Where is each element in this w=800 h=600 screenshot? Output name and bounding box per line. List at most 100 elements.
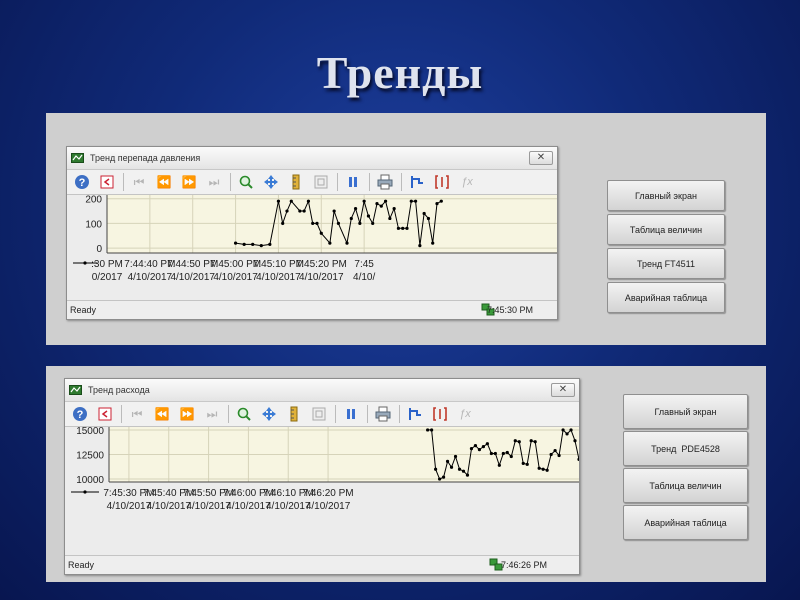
data-point — [545, 468, 549, 472]
last-button[interactable]: ⏭ — [201, 403, 223, 425]
toolbar-separator — [228, 405, 229, 423]
pens-button[interactable] — [404, 403, 426, 425]
data-point — [251, 242, 255, 246]
fast-forward-icon: ⏩ — [179, 407, 195, 421]
values-table-button[interactable]: Таблица величин — [607, 214, 725, 245]
cursor-button[interactable] — [429, 403, 451, 425]
data-point — [430, 428, 434, 432]
x-tick-date: 4/10/ — [353, 272, 375, 283]
alarm-table-button[interactable]: Аварийная таблица — [623, 505, 748, 540]
data-point — [336, 221, 341, 225]
scale-button[interactable] — [285, 171, 307, 193]
x-tick-date: 4/10/2017 — [306, 501, 351, 512]
pause-button[interactable] — [340, 403, 362, 425]
trend-toolbar: ? ⏮ ⏪ ⏩ ⏭ ƒx — [67, 170, 557, 195]
last-button[interactable]: ⏭ — [203, 171, 225, 193]
values-table-button[interactable]: Таблица величин — [623, 468, 748, 503]
y-tick-label: 100 — [85, 219, 102, 230]
fit-button[interactable] — [308, 403, 330, 425]
y-tick-label: 10000 — [76, 475, 104, 486]
zoom-icon — [237, 407, 251, 421]
data-point — [302, 209, 306, 213]
x-tick-label: 7:45 — [354, 259, 374, 270]
data-point — [565, 432, 569, 436]
data-point — [383, 199, 388, 203]
data-point — [497, 463, 501, 467]
data-point — [396, 226, 401, 230]
data-point — [392, 206, 396, 211]
close-button[interactable]: ✕ — [529, 151, 553, 165]
pens-button[interactable] — [406, 171, 428, 193]
cursor-brackets-icon — [433, 407, 447, 421]
data-point — [349, 216, 353, 221]
first-button[interactable]: ⏮ — [128, 171, 150, 193]
data-point — [426, 428, 430, 432]
help-button[interactable]: ? — [69, 403, 91, 425]
data-point — [517, 440, 521, 444]
function-button[interactable]: ƒx — [456, 171, 478, 193]
export-button[interactable] — [94, 403, 116, 425]
data-point — [426, 216, 431, 221]
data-point — [465, 473, 470, 477]
window-titlebar[interactable]: Тренд перепада давления ✕ — [67, 147, 557, 170]
forward-button[interactable]: ⏩ — [176, 403, 198, 425]
close-icon: ✕ — [558, 384, 568, 395]
pause-button[interactable] — [342, 171, 364, 193]
x-tick-label: 7:46:20 PM — [302, 488, 353, 499]
data-point — [422, 211, 426, 216]
print-button[interactable] — [374, 171, 396, 193]
data-point — [453, 454, 458, 459]
pen-select-icon — [411, 176, 423, 188]
data-point — [418, 243, 422, 248]
data-point — [501, 451, 505, 456]
export-icon — [98, 407, 112, 421]
cursor-button[interactable] — [431, 171, 453, 193]
data-point — [259, 243, 263, 248]
data-point — [439, 199, 443, 203]
print-button[interactable] — [372, 403, 394, 425]
function-button[interactable]: ƒx — [454, 403, 476, 425]
data-point — [379, 204, 383, 208]
window-titlebar[interactable]: Тренд расхода ✕ — [65, 379, 579, 402]
data-point — [358, 221, 362, 225]
pressure-trend-chart[interactable]: :30 PM 0/2017 7:44:40 PM 4/10/2017 7:44:50 P… — [67, 195, 557, 297]
data-point — [537, 466, 541, 470]
x-tick-date: 4/10/2017 — [128, 272, 173, 283]
data-point — [513, 439, 517, 443]
status-text: Ready — [70, 305, 97, 315]
printer-icon — [375, 406, 391, 422]
data-point — [362, 199, 366, 203]
zoom-button[interactable] — [235, 171, 257, 193]
trend-ft4511-button[interactable]: Тренд FT4511 — [607, 248, 725, 279]
data-point — [388, 216, 392, 221]
window-title: Тренд перепада давления — [90, 153, 201, 163]
status-bar: Ready 7:45:30 PM — [67, 300, 557, 319]
close-button[interactable]: ✕ — [551, 383, 575, 397]
x-tick-date: 0/2017 — [92, 272, 123, 283]
rewind-button[interactable]: ⏪ — [151, 403, 173, 425]
skip-forward-icon: ⏭ — [208, 174, 220, 189]
zoom-icon — [239, 175, 253, 189]
pan-button[interactable] — [258, 403, 280, 425]
data-point — [529, 439, 533, 443]
forward-button[interactable]: ⏩ — [178, 171, 200, 193]
fit-button[interactable] — [310, 171, 332, 193]
pan-button[interactable] — [260, 171, 282, 193]
alarm-table-button[interactable]: Аварийная таблица — [607, 282, 725, 313]
trend-pde4528-button[interactable]: Тренд PDE4528 — [623, 431, 748, 466]
first-button[interactable]: ⏮ — [126, 403, 148, 425]
zoom-button[interactable] — [233, 403, 255, 425]
export-button[interactable] — [96, 171, 118, 193]
data-point — [477, 447, 482, 452]
main-screen-button[interactable]: Главный экран — [607, 180, 725, 211]
flow-trend-chart[interactable]: 7:45:30 PM 4/10/2017 7:45:40 PM 4/10/2017 7:… — [65, 427, 579, 531]
trend-toolbar: ? ⏮ ⏪ ⏩ ⏭ ƒx — [65, 402, 579, 427]
scale-button[interactable] — [283, 403, 305, 425]
data-point — [276, 199, 281, 203]
rewind-button[interactable]: ⏪ — [153, 171, 175, 193]
help-button[interactable]: ? — [71, 171, 93, 193]
data-point — [525, 462, 529, 466]
main-screen-button[interactable]: Главный экран — [623, 394, 748, 429]
data-point — [553, 448, 557, 453]
data-point — [242, 242, 246, 246]
